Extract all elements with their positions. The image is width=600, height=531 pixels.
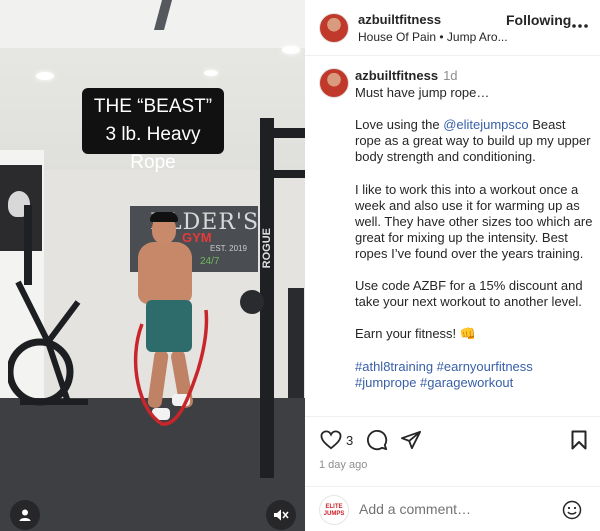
weight-plate xyxy=(240,290,264,314)
jump-rope xyxy=(133,309,209,426)
skull-banner xyxy=(0,165,42,251)
caption-p3: I like to work this into a workout once … xyxy=(355,181,597,261)
caption-avatar[interactable] xyxy=(319,68,349,98)
more-icon xyxy=(572,24,588,28)
header-avatar[interactable] xyxy=(319,13,349,43)
like-count[interactable]: 3 xyxy=(346,433,353,448)
save-button[interactable] xyxy=(569,429,589,451)
caption-text: Must have jump rope… Love using the @eli… xyxy=(355,85,593,391)
post-details-panel: azbuiltfitness Following House Of Pain •… xyxy=(305,0,600,531)
audio-location-line[interactable]: House Of Pain • Jump Aro... xyxy=(358,30,508,44)
comment-bar: ELITE JUMPS xyxy=(305,486,600,531)
caption-p2-start: Love using the xyxy=(355,117,444,133)
comment-button[interactable] xyxy=(365,429,389,451)
caption-line-2: 3 lb. Heavy Rope xyxy=(105,124,201,173)
tagged-users-button[interactable] xyxy=(10,500,40,530)
post-actions: 3 1 day ago xyxy=(305,416,600,486)
caption-p5: Earn your fitness! 👊 xyxy=(355,326,476,342)
air-bike xyxy=(8,280,88,406)
caption-header: azbuiltfitness 1d xyxy=(355,68,458,83)
rack-crossbar xyxy=(274,170,305,178)
bookmark-icon xyxy=(571,430,587,450)
post-date: 1 day ago xyxy=(319,459,368,471)
post-media-video[interactable]: ELDER'S GYM EST. 2019 24/7 ROGUE THE “BE… xyxy=(0,0,305,531)
post-header: azbuiltfitness Following House Of Pain •… xyxy=(305,0,600,56)
more-options-button[interactable] xyxy=(571,18,589,29)
mention-link[interactable]: @elitejumpsco xyxy=(443,117,528,132)
header-username[interactable]: azbuiltfitness xyxy=(358,12,441,27)
video-caption-overlay: THE “BEAST” 3 lb. Heavy Rope xyxy=(82,88,224,173)
comment-input[interactable] xyxy=(359,501,549,517)
rack-crossbar xyxy=(274,128,305,138)
ceiling-light xyxy=(204,70,218,76)
ceiling-light xyxy=(282,46,300,54)
following-button[interactable]: Following xyxy=(506,12,571,28)
heart-icon xyxy=(320,430,342,450)
caption-username[interactable]: azbuiltfitness xyxy=(355,68,438,83)
like-button[interactable] xyxy=(319,429,343,451)
emoji-icon xyxy=(562,500,582,520)
athlete-cap xyxy=(150,212,178,222)
weight-tree xyxy=(288,288,304,398)
send-icon xyxy=(400,430,421,450)
caption-p4: Use code AZBF for a 15% discount and tak… xyxy=(355,278,587,310)
muted-speaker-icon xyxy=(274,509,289,521)
comment-icon xyxy=(367,430,388,451)
caption-p1: Must have jump rope… xyxy=(355,85,490,100)
hashtag-links[interactable]: #athl8training #earnyourfitness #jumprop… xyxy=(355,359,536,390)
share-button[interactable] xyxy=(399,429,423,451)
emoji-button[interactable] xyxy=(561,499,583,521)
ceiling-light xyxy=(36,72,54,80)
mute-toggle-button[interactable] xyxy=(266,500,296,530)
commenter-avatar[interactable]: ELITE JUMPS xyxy=(319,495,349,525)
user-icon xyxy=(19,509,31,521)
post-age: 1d xyxy=(443,68,458,83)
caption-line-1: THE “BEAST” xyxy=(93,96,213,117)
gym-sign-sub: GYM xyxy=(182,230,212,245)
caption-scroll-area[interactable]: azbuiltfitness 1d Must have jump rope… Lo… xyxy=(305,57,600,415)
rack-brand: ROGUE xyxy=(261,228,273,269)
ceiling xyxy=(0,0,305,48)
